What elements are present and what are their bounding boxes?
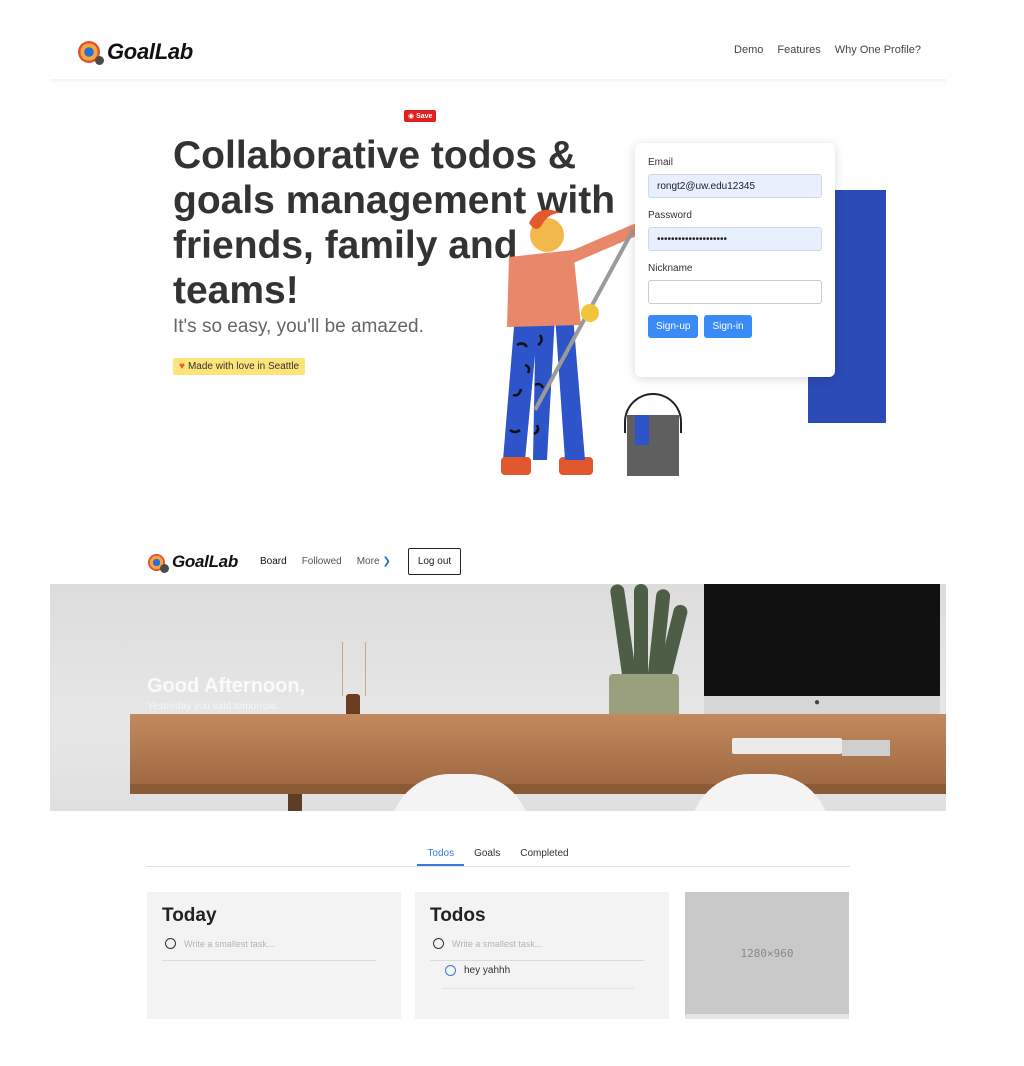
desk-leg <box>288 794 302 811</box>
todos-column: Todos Write a smallest task... hey yahhh <box>415 892 669 1019</box>
placeholder-image: 1280×960 <box>685 892 849 1014</box>
keyboard <box>732 738 842 754</box>
tab-todos[interactable]: Todos <box>417 846 465 866</box>
task-radio-icon[interactable] <box>165 938 176 949</box>
column-title: Today <box>162 905 217 926</box>
trackpad <box>842 740 890 756</box>
task-radio-icon[interactable] <box>433 938 444 949</box>
signup-form: Email rongt2@uw.edu12345 Password ••••••… <box>635 143 835 377</box>
brand-name: GoalLab <box>172 552 238 571</box>
nav-more-label: More <box>356 556 380 567</box>
brand-logo-app[interactable]: GoalLab <box>148 552 238 573</box>
task-checkbox-icon[interactable] <box>445 965 456 976</box>
today-column: Today Write a smallest task... <box>147 892 401 1019</box>
nav-followed[interactable]: Followed <box>302 556 342 567</box>
board-tabs: Todos Goals Completed <box>146 846 850 867</box>
logout-button[interactable]: Log out <box>408 548 461 575</box>
new-task-row[interactable]: Write a smallest task... <box>162 938 376 961</box>
nav-features[interactable]: Features <box>777 44 820 56</box>
chevron-down-icon: ❯ <box>382 556 391 567</box>
task-text: hey yahhh <box>464 965 511 976</box>
new-task-input[interactable]: Write a smallest task... <box>452 939 542 949</box>
email-label: Email <box>648 157 674 168</box>
tab-goals[interactable]: Goals <box>464 846 510 866</box>
plant-leaf <box>609 584 637 680</box>
nav-demo[interactable]: Demo <box>734 44 763 56</box>
target-icon <box>78 41 104 65</box>
email-field[interactable]: rongt2@uw.edu12345 <box>648 174 822 198</box>
brand-logo-top[interactable]: GoalLab <box>78 39 193 65</box>
pinterest-save-button[interactable]: ◉ Save <box>404 110 437 122</box>
paint-can <box>627 415 679 476</box>
greeting-subtext: Yesterday you said tomorrow... <box>147 701 284 712</box>
column-title: Todos <box>430 905 486 926</box>
save-label: Save <box>416 113 433 120</box>
plant-leaf <box>634 584 648 684</box>
nickname-field[interactable] <box>648 280 822 304</box>
tab-completed[interactable]: Completed <box>510 846 578 866</box>
greeting-banner: ● Good Afternoon, Yesterday you said tom… <box>50 584 946 811</box>
heart-icon: ♥ <box>179 361 185 372</box>
brand-name: GoalLab <box>107 39 193 64</box>
password-label: Password <box>648 210 692 221</box>
new-task-row[interactable]: Write a smallest task... <box>430 938 644 961</box>
monitor-image <box>704 584 940 714</box>
nickname-label: Nickname <box>648 263 693 274</box>
nav-more[interactable]: More ❯ <box>357 556 391 567</box>
signin-button[interactable]: Sign-in <box>704 315 752 338</box>
love-badge-text: Made with love in Seattle <box>187 361 300 372</box>
hero-subtitle: It's so easy, you'll be amazed. <box>173 316 424 337</box>
target-icon <box>148 553 169 573</box>
new-task-input[interactable]: Write a smallest task... <box>184 939 274 949</box>
love-badge: ♥ Made with love in Seattle <box>173 358 306 375</box>
header-divider <box>50 79 946 83</box>
form-buttons: Sign-up Sign-in <box>648 315 822 338</box>
placeholder-footer <box>685 1014 849 1019</box>
painter-illustration <box>501 209 641 475</box>
nav-board[interactable]: Board <box>260 556 287 567</box>
list-item[interactable]: hey yahhh <box>442 965 634 989</box>
app-nav: Board Followed More ❯ <box>260 556 391 567</box>
desk-edge <box>130 784 946 794</box>
password-field[interactable]: •••••••••••••••••••• <box>648 227 822 251</box>
apple-logo-icon: ● <box>814 697 821 708</box>
greeting-title: Good Afternoon, <box>147 675 306 697</box>
diffuser-sticks <box>342 642 366 696</box>
top-nav: Demo Features Why One Profile? <box>734 44 921 56</box>
nav-why-one-profile[interactable]: Why One Profile? <box>835 44 921 56</box>
signup-button[interactable]: Sign-up <box>648 315 699 338</box>
placeholder-image-label: 1280×960 <box>740 946 794 960</box>
